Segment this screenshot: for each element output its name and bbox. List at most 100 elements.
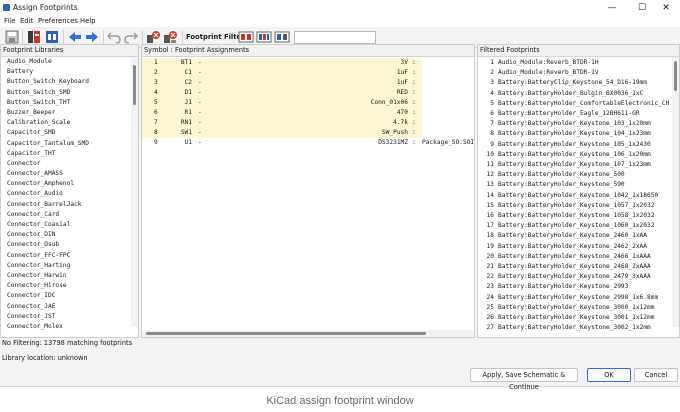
separator-colon: : xyxy=(412,139,416,146)
library-item[interactable]: Connector_Harting xyxy=(1,261,131,271)
library-item[interactable]: Button_Switch_THT xyxy=(1,98,131,108)
save-icon[interactable] xyxy=(4,29,20,45)
symbol-reference: R1 xyxy=(184,109,192,116)
filtered-footprints-header: Filtered Footprints xyxy=(478,45,679,57)
redo-icon[interactable] xyxy=(123,29,139,45)
minimize-button[interactable]: — xyxy=(598,1,626,15)
delete-association-icon[interactable] xyxy=(145,29,161,45)
filter-by-keywords-icon[interactable] xyxy=(238,29,254,45)
assignments-horizontal-scrollbar[interactable] xyxy=(142,330,474,337)
assignment-row[interactable]: 1 BT1-3V: xyxy=(142,58,422,68)
assignments-scroll-thumb[interactable] xyxy=(146,332,426,335)
footprint-index: 13 xyxy=(486,181,494,189)
separator-colon: : xyxy=(412,129,416,136)
footprint-name: Battery:BatteryHolder_Keystone_1060_1x20… xyxy=(498,222,655,230)
library-item[interactable]: Connector_IDC xyxy=(1,291,131,301)
library-list-scroll-thumb[interactable] xyxy=(133,65,136,105)
footprint-name: Battery:BatteryHolder_Keystone_2460_1xAA xyxy=(498,232,648,240)
library-item[interactable]: Connector_Coaxial xyxy=(1,220,131,230)
delete-all-associations-icon[interactable] xyxy=(162,29,178,45)
library-item[interactable]: Button_Switch_Keyboard xyxy=(1,77,131,87)
library-item[interactable]: Button_Switch_SMD xyxy=(1,88,131,98)
filter-by-pin-count-icon[interactable] xyxy=(256,29,272,45)
footprint-index: 23 xyxy=(486,283,494,291)
footprint-index: 24 xyxy=(486,293,494,301)
library-item[interactable]: Connector_Card xyxy=(1,210,131,220)
library-item[interactable]: Connector_DIN xyxy=(1,230,131,240)
window-title: Assign Footprints xyxy=(13,3,78,12)
menu-edit[interactable]: Edit xyxy=(20,17,33,25)
footprint-index: 19 xyxy=(486,242,494,250)
separator-colon: : xyxy=(412,109,416,116)
menu-file[interactable]: File xyxy=(4,17,15,25)
assignment-row[interactable]: 7 RN1-4.7k: xyxy=(142,118,422,128)
footprint-name: Audio_Module:Reverb_BTDR-1H xyxy=(498,59,599,66)
library-item[interactable]: Calibration_Scale xyxy=(1,118,131,128)
symbol-reference: C2 xyxy=(184,79,192,86)
library-item[interactable]: Connector_JST xyxy=(1,312,131,322)
filtered-list-scrollbar[interactable] xyxy=(672,57,679,327)
library-item[interactable]: Buzzer_Beeper xyxy=(1,108,131,118)
library-item[interactable]: Capacitor_Tantalum_SMD xyxy=(1,139,131,149)
library-item[interactable]: Connector xyxy=(1,159,131,169)
assignment-row[interactable]: 6 R1-470: xyxy=(142,108,422,118)
assignment-row[interactable]: 2 C1-1uF: xyxy=(142,68,422,78)
ok-button[interactable]: OK xyxy=(587,368,631,382)
footprint-index: 4 xyxy=(490,89,494,97)
symbol-value: 1uF xyxy=(396,79,408,86)
assignment-row[interactable]: 9U1-DS3231MZ:Package_SO:SOIC-16W_7.5x10.… xyxy=(142,138,475,148)
library-item[interactable]: Connector_AMASS xyxy=(1,169,131,179)
cancel-button[interactable]: Cancel xyxy=(634,368,678,382)
footprint-index: 15 xyxy=(486,201,494,209)
library-item[interactable]: Connector_Molex xyxy=(1,322,131,332)
library-item[interactable]: Connector_Hirose xyxy=(1,281,131,291)
symbol-value: 1uF xyxy=(396,69,408,76)
toolbar-divider xyxy=(182,30,183,44)
menu-bar: File Edit Preferences Help xyxy=(0,16,680,27)
library-item[interactable]: Audio_Module xyxy=(1,57,131,67)
filtered-list-scroll-thumb[interactable] xyxy=(674,61,677,91)
undo-icon[interactable] xyxy=(106,29,122,45)
assigned-footprint: Package_SO:SOIC-16W_7.5x10.3mm_P1.27mm xyxy=(422,139,475,146)
footprint-libraries-header: Footprint Libraries xyxy=(1,45,138,57)
app-icon xyxy=(3,4,10,11)
footprint-index: 3 xyxy=(490,79,494,87)
footprint-filter-search-input[interactable] xyxy=(294,31,376,44)
library-item[interactable]: Connector_Audio xyxy=(1,189,131,199)
menu-preferences[interactable]: Preferences xyxy=(38,17,78,25)
library-item[interactable]: Capacitor_THT xyxy=(1,149,131,159)
library-item[interactable]: Connector_Dsub xyxy=(1,240,131,250)
footprint-index: 20 xyxy=(486,252,494,260)
library-item[interactable]: Connector_Harwin xyxy=(1,271,131,281)
library-list-scrollbar[interactable] xyxy=(131,57,138,327)
assignments-header: Symbol : Footprint Assignments xyxy=(142,45,474,57)
symbol-value: 3V xyxy=(400,59,408,66)
library-item[interactable]: Connector_BarrelJack xyxy=(1,200,131,210)
menu-help[interactable]: Help xyxy=(80,17,96,25)
separator-colon: : xyxy=(412,119,416,126)
separator-dash: - xyxy=(198,89,202,96)
footprint-name: Battery:BatteryHolder_Keystone_3002_1x2m… xyxy=(498,324,651,332)
library-item[interactable]: Connector_JAE xyxy=(1,302,131,312)
arrow-right-icon[interactable] xyxy=(84,29,100,45)
assignment-row[interactable]: 5 J1- Conn_01x06: xyxy=(142,98,422,108)
symbol-reference: BT1 xyxy=(180,59,192,66)
filtered-footprints-panel: Filtered Footprints 1 Audio_Module:Reverb… xyxy=(477,44,680,338)
library-item[interactable]: Connector_Amphenol xyxy=(1,179,131,189)
library-browser-icon[interactable] xyxy=(26,29,42,45)
assignment-row[interactable]: 4 D1- RED: xyxy=(142,88,422,98)
close-button[interactable]: ✕ xyxy=(652,1,680,15)
library-item[interactable]: Battery xyxy=(1,67,131,77)
assignment-row[interactable]: 3 C2-1uF: xyxy=(142,78,422,88)
filter-status-text: No Filtering: 13798 matching footprints xyxy=(2,339,133,347)
footprint-viewer-icon[interactable] xyxy=(44,29,60,45)
library-list: Audio_Module Battery Button_Switch_Keyboar… xyxy=(1,57,131,332)
apply-save-continue-button[interactable]: Apply, Save Schematic & Continue xyxy=(470,368,578,391)
library-item[interactable]: Capacitor_SMD xyxy=(1,128,131,138)
footprint-index: 7 xyxy=(490,120,494,128)
arrow-left-icon[interactable] xyxy=(67,29,83,45)
filter-by-library-icon[interactable] xyxy=(274,29,290,45)
library-item[interactable]: Connector_FFC-FPC xyxy=(1,251,131,261)
separator-dash: - xyxy=(198,69,202,76)
assignment-row[interactable]: 8 SW1- SW_Push: xyxy=(142,128,422,138)
